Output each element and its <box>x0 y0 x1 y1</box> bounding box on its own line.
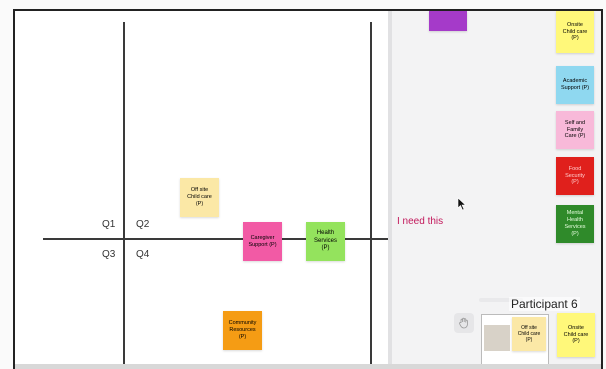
whiteboard-canvas[interactable]: Q1 Q2 Q3 Q4 Off site Child care (P) Care… <box>15 11 601 369</box>
video-bottom-bar <box>15 364 601 369</box>
arrow-cursor-icon <box>457 197 467 211</box>
sticky-label: Health Services (P) <box>313 230 337 252</box>
sticky-food-security[interactable]: Food Security (P) <box>556 157 594 195</box>
participant-video-thumbnail[interactable]: Off site Child care (P) <box>481 314 549 368</box>
sticky-label: Academic Support (P) <box>560 78 590 91</box>
sticky-self-family-care[interactable]: Self and Family Care (P) <box>556 111 594 149</box>
quadrant-label-q4: Q4 <box>136 249 150 260</box>
sticky-academic-support[interactable]: Academic Support (P) <box>556 66 594 104</box>
quadrant-label-q2: Q2 <box>136 219 150 230</box>
participant-video-feed <box>484 325 510 351</box>
sticky-purple[interactable] <box>429 11 467 31</box>
quadrant-right-border <box>370 22 372 369</box>
sticky-label: Mental Health Services (P) <box>564 210 586 237</box>
sticky-caregiver-support[interactable]: Caregiver Support (P) <box>243 222 282 261</box>
sticky-label: Caregiver Support (P) <box>248 234 277 248</box>
sticky-label: Community Resources (P) <box>228 320 257 340</box>
sticky-label: Off site Child care (P) <box>187 187 212 207</box>
annotation-text[interactable]: I need this <box>397 216 443 227</box>
sticky-offsite-childcare[interactable]: Off site Child care (P) <box>180 178 219 217</box>
sticky-label: Food Security (P) <box>565 165 585 186</box>
sticky-label: Onsite Child care (P) <box>563 324 589 345</box>
hand-icon[interactable] <box>454 313 474 333</box>
sticky-health-services[interactable]: Health Services (P) <box>306 222 345 261</box>
sticky-mental-health[interactable]: Mental Health Services (P) <box>556 205 594 243</box>
panel-divider <box>388 11 392 369</box>
thumbnail-sticky-offsite: Off site Child care (P) <box>512 317 546 351</box>
sticky-label: Off site Child care (P) <box>517 324 541 344</box>
sticky-community-resources[interactable]: Community Resources (P) <box>223 311 262 350</box>
quadrant-label-q1: Q1 <box>102 219 116 230</box>
participant-name: Participant 6 <box>509 297 580 311</box>
sticky-onsite-childcare-bottom[interactable]: Onsite Child care (P) <box>557 313 595 357</box>
sticky-label: Self and Family Care (P) <box>564 119 586 140</box>
sticky-label: Onsite Child care (P) <box>562 21 588 42</box>
quadrant-vertical-axis <box>123 22 125 369</box>
frame-border-right <box>601 9 603 369</box>
quadrant-label-q3: Q3 <box>102 249 116 260</box>
sticky-onsite-childcare[interactable]: Onsite Child care (P) <box>556 11 594 53</box>
quadrant-area[interactable]: Q1 Q2 Q3 Q4 Off site Child care (P) Care… <box>43 11 388 369</box>
